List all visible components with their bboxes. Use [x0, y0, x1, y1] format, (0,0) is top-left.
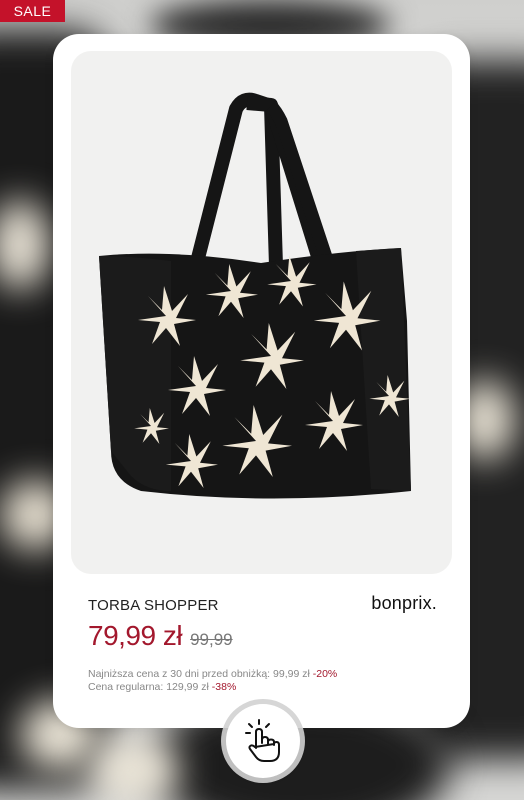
regular-price-label: Cena regularna: 129,99 zł [88, 681, 209, 693]
old-price: 99,99 [190, 630, 233, 649]
regular-price-discount: -38% [211, 681, 237, 693]
tap-button[interactable] [226, 704, 300, 778]
product-card[interactable]: TORBA SHOPPER bonprix. 79,99 zł 99,99 Na… [53, 34, 470, 728]
regular-price-line: Cena regularna: 129,99 zł -38% [88, 681, 337, 694]
lowest-price-label: Najniższa cena z 30 dni przed obniżką: 9… [88, 668, 310, 680]
price-info: Najniższa cena z 30 dni przed obniżką: 9… [88, 668, 337, 694]
product-image[interactable] [71, 51, 452, 574]
brand-logo: bonprix. [371, 593, 437, 613]
tote-bag-illustration [99, 92, 411, 499]
lowest-price-discount: -20% [312, 668, 338, 680]
lowest-price-line: Najniższa cena z 30 dni przed obniżką: 9… [88, 668, 337, 681]
sale-badge: SALE [0, 0, 65, 22]
current-price: 79,99 zł [88, 620, 183, 651]
price-row: 79,99 zł 99,99 [88, 620, 233, 652]
tap-hand-icon [245, 719, 280, 762]
product-title[interactable]: TORBA SHOPPER [88, 597, 219, 614]
